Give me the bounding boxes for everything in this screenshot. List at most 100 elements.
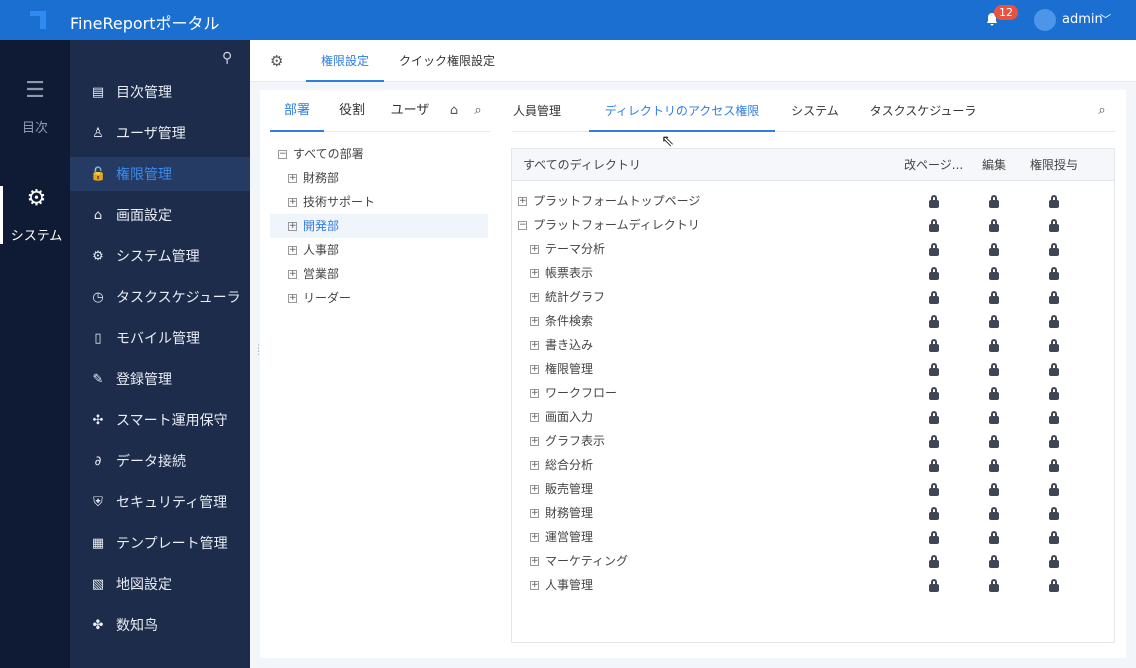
tab-directory-access[interactable]: ディレクトリのアクセス権限 [589, 90, 775, 132]
tab-personnel[interactable]: 人員管理 [512, 90, 562, 132]
search-icon[interactable]: ⌕ [468, 90, 488, 132]
lock-icon[interactable] [989, 267, 999, 280]
directory-row[interactable]: + マーケティング [530, 549, 628, 573]
directory-row[interactable]: + テーマ分析 [530, 237, 605, 261]
expand-icon[interactable]: + [530, 485, 539, 494]
tree-node[interactable]: + 営業部 [270, 262, 488, 286]
lock-icon[interactable] [929, 315, 939, 328]
expand-icon[interactable]: + [530, 533, 539, 542]
lock-icon[interactable] [989, 507, 999, 520]
lock-icon[interactable] [989, 315, 999, 328]
directory-row[interactable]: + 販売管理 [530, 477, 593, 501]
directory-row[interactable]: + 書き込み [530, 333, 593, 357]
chevron-down-icon[interactable]: ﹀ [1100, 11, 1111, 27]
expand-icon[interactable]: + [530, 269, 539, 278]
lock-icon[interactable] [929, 387, 939, 400]
tree-node[interactable]: + 財務部 [270, 166, 488, 190]
expand-icon[interactable]: + [530, 317, 539, 326]
lock-icon[interactable] [989, 459, 999, 472]
lock-icon[interactable] [1049, 483, 1059, 496]
expand-icon[interactable]: + [288, 294, 297, 303]
expand-icon[interactable]: + [288, 246, 297, 255]
collapse-icon[interactable]: − [518, 221, 527, 230]
lock-icon[interactable] [1049, 291, 1059, 304]
lock-icon[interactable] [1049, 507, 1059, 520]
search-icon[interactable]: ⌕ [1092, 90, 1112, 132]
tab-task-scheduler[interactable]: タスクスケジューラ [868, 90, 978, 132]
lock-icon[interactable] [989, 243, 999, 256]
expand-icon[interactable]: + [530, 581, 539, 590]
directory-row[interactable]: + 財務管理 [530, 501, 593, 525]
sidebar-item[interactable]: ✣ スマート運用保守 [70, 403, 250, 437]
lock-icon[interactable] [1049, 243, 1059, 256]
expand-icon[interactable]: + [530, 557, 539, 566]
lock-icon[interactable] [989, 291, 999, 304]
lock-icon[interactable] [929, 435, 939, 448]
lock-icon[interactable] [929, 363, 939, 376]
directory-row[interactable]: + 運営管理 [530, 525, 593, 549]
sidebar-item[interactable]: ✤ 数知鸟 [70, 608, 250, 642]
expand-icon[interactable]: + [530, 509, 539, 518]
directory-row[interactable]: + ワークフロー [530, 381, 617, 405]
lock-icon[interactable] [989, 555, 999, 568]
expand-icon[interactable]: + [288, 174, 297, 183]
tree-node-root[interactable]: − すべての部署 [278, 142, 364, 166]
tab-quick-permission-settings[interactable]: クイック権限設定 [399, 40, 495, 82]
sidebar-item[interactable]: 🔓 権限管理 [70, 157, 250, 191]
expand-icon[interactable]: + [518, 197, 527, 206]
expand-icon[interactable]: + [530, 245, 539, 254]
lock-icon[interactable] [989, 363, 999, 376]
lock-icon[interactable] [929, 195, 939, 208]
lock-icon[interactable] [929, 579, 939, 592]
tab-department[interactable]: 部署 [270, 90, 324, 132]
sidebar-item[interactable]: ✎ 登録管理 [70, 362, 250, 396]
lock-icon[interactable] [929, 339, 939, 352]
directory-row[interactable]: + 帳票表示 [530, 261, 593, 285]
lock-icon[interactable] [929, 219, 939, 232]
directory-row[interactable]: + 権限管理 [530, 357, 593, 381]
directory-row[interactable]: + 総合分析 [530, 453, 593, 477]
expand-icon[interactable]: + [530, 293, 539, 302]
lock-icon[interactable] [1049, 363, 1059, 376]
sidebar-item[interactable]: ▦ テンプレート管理 [70, 526, 250, 560]
tab-role[interactable]: 役割 [332, 90, 372, 132]
expand-icon[interactable]: + [530, 389, 539, 398]
expand-icon[interactable]: + [530, 413, 539, 422]
lock-icon[interactable] [989, 579, 999, 592]
lock-icon[interactable] [1049, 315, 1059, 328]
lock-icon[interactable] [1049, 387, 1059, 400]
tab-permission-settings[interactable]: 権限設定 [306, 40, 384, 82]
collapse-icon[interactable]: − [278, 150, 287, 159]
sidebar-item[interactable]: ⚙ システム管理 [70, 239, 250, 273]
sidebar-item[interactable]: ♙ ユーザ管理 [70, 116, 250, 150]
directory-row[interactable]: + グラフ表示 [530, 429, 605, 453]
rail-item-catalog[interactable]: ☰ 目次 [0, 78, 70, 136]
lock-icon[interactable] [989, 219, 999, 232]
lock-icon[interactable] [929, 555, 939, 568]
lock-icon[interactable] [1049, 219, 1059, 232]
lock-icon[interactable] [1049, 531, 1059, 544]
lock-icon[interactable] [989, 195, 999, 208]
lock-icon[interactable] [1049, 459, 1059, 472]
pin-icon[interactable]: ⚲ [222, 50, 232, 66]
expand-icon[interactable]: + [288, 270, 297, 279]
tab-user[interactable]: ユーザ [390, 90, 430, 132]
lock-icon[interactable] [989, 387, 999, 400]
lock-icon[interactable] [929, 267, 939, 280]
lock-icon[interactable] [1049, 555, 1059, 568]
tab-system[interactable]: システム [790, 90, 840, 132]
lock-icon[interactable] [929, 411, 939, 424]
lock-icon[interactable] [1049, 435, 1059, 448]
lock-icon[interactable] [989, 483, 999, 496]
expand-icon[interactable]: + [530, 437, 539, 446]
sidebar-item[interactable]: ▧ 地図設定 [70, 567, 250, 601]
directory-row[interactable]: + プラットフォームトップページ [518, 189, 700, 213]
expand-icon[interactable]: + [288, 198, 297, 207]
lock-icon[interactable] [989, 531, 999, 544]
lock-icon[interactable] [929, 483, 939, 496]
lock-icon[interactable] [989, 435, 999, 448]
lock-icon[interactable] [1049, 195, 1059, 208]
lock-icon[interactable] [1049, 339, 1059, 352]
rail-item-system[interactable]: ⚙ システム [0, 186, 70, 244]
lock-icon[interactable] [929, 507, 939, 520]
